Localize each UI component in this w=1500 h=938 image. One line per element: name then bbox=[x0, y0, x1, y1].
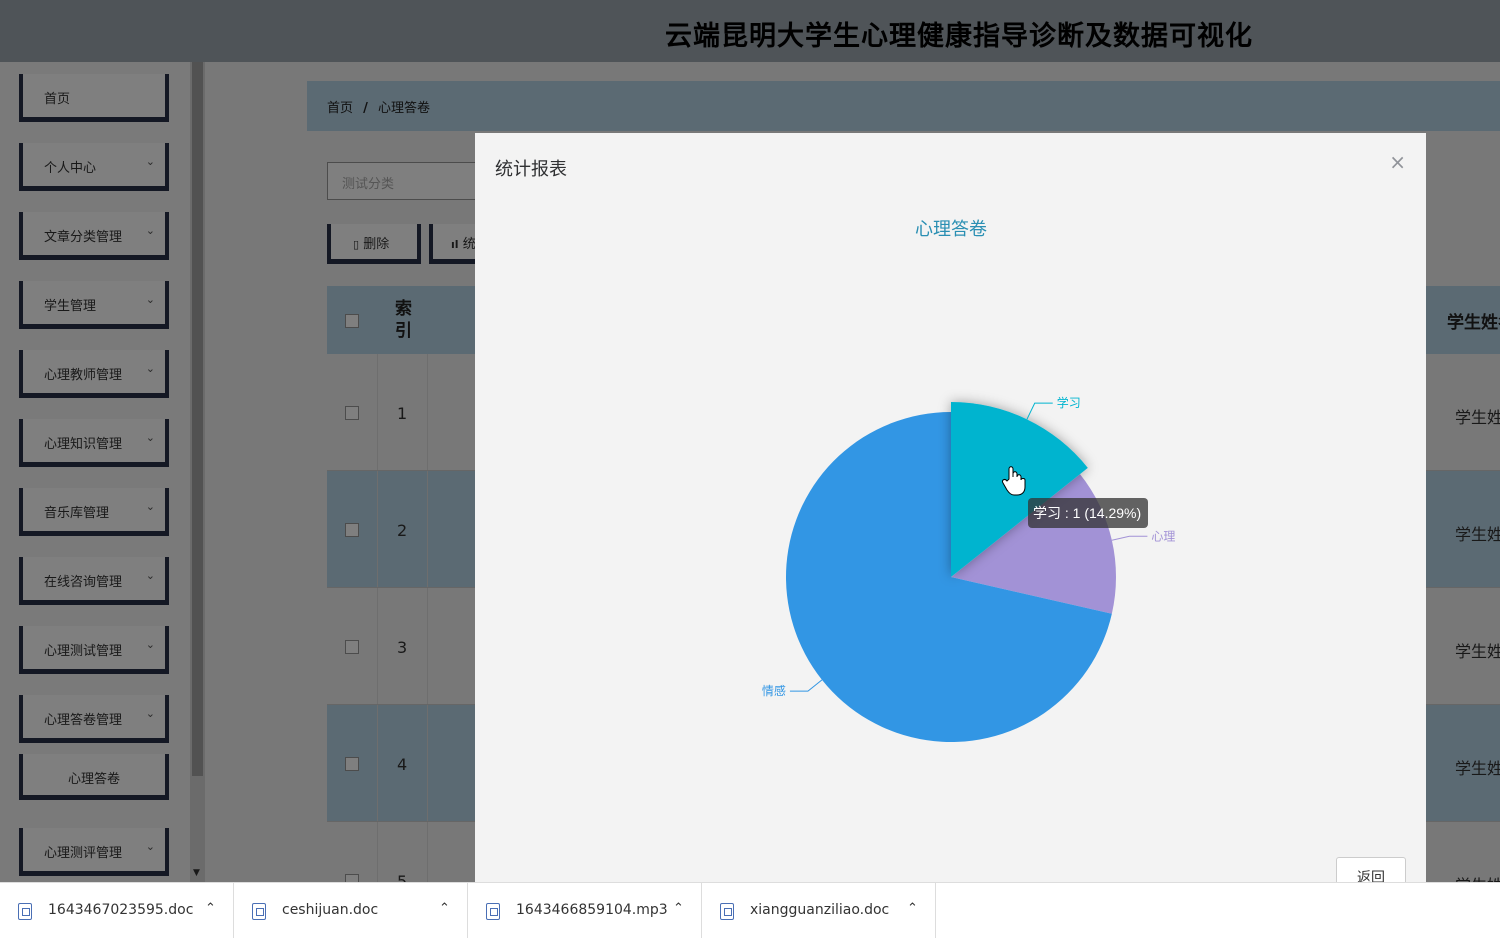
chevron-up-icon[interactable]: ⌃ bbox=[907, 901, 918, 916]
chevron-up-icon[interactable]: ⌃ bbox=[673, 901, 684, 916]
tooltip-text: 学习 : 1 (14.29%) bbox=[1033, 505, 1141, 521]
download-filename: 1643467023595.doc bbox=[48, 902, 194, 918]
download-item[interactable]: ceshijuan.doc ⌃ bbox=[234, 883, 468, 938]
chart-title: 心理答卷 bbox=[915, 219, 987, 239]
download-filename: 1643466859104.mp3 bbox=[516, 902, 668, 918]
label-leader-line bbox=[1026, 402, 1053, 420]
label-leader-line bbox=[789, 679, 823, 692]
pie-chart: 心理答卷 学习心理情感 学习 : 1 (14.29%) bbox=[762, 219, 1175, 743]
back-button[interactable]: 返回 bbox=[1336, 857, 1406, 882]
statistics-dialog: 统计报表 × 心理答卷 学习 心理 情感 学习 : 1 (14.29%) 返回 bbox=[475, 133, 1426, 882]
slice-label: 情感 bbox=[762, 683, 786, 698]
download-filename: ceshijuan.doc bbox=[282, 902, 379, 918]
file-icon bbox=[252, 903, 266, 920]
slice-label: 学习 bbox=[1057, 395, 1081, 410]
file-icon bbox=[18, 903, 32, 920]
file-icon bbox=[720, 903, 734, 920]
download-item[interactable]: xiangguanziliao.doc ⌃ bbox=[702, 883, 936, 938]
chart-tooltip: 学习 : 1 (14.29%) bbox=[1028, 498, 1148, 528]
file-icon bbox=[486, 903, 500, 920]
chevron-up-icon[interactable]: ⌃ bbox=[439, 901, 450, 916]
chevron-up-icon[interactable]: ⌃ bbox=[205, 901, 216, 916]
download-item[interactable]: 1643466859104.mp3 ⌃ bbox=[468, 883, 702, 938]
download-item[interactable]: 1643467023595.doc ⌃ bbox=[0, 883, 234, 938]
download-bar: 1643467023595.doc ⌃ ceshijuan.doc ⌃ 16434668… bbox=[0, 882, 1500, 938]
slice-label: 心理 bbox=[1151, 529, 1175, 543]
download-filename: xiangguanziliao.doc bbox=[750, 902, 890, 918]
label-leader-line bbox=[1111, 535, 1148, 541]
